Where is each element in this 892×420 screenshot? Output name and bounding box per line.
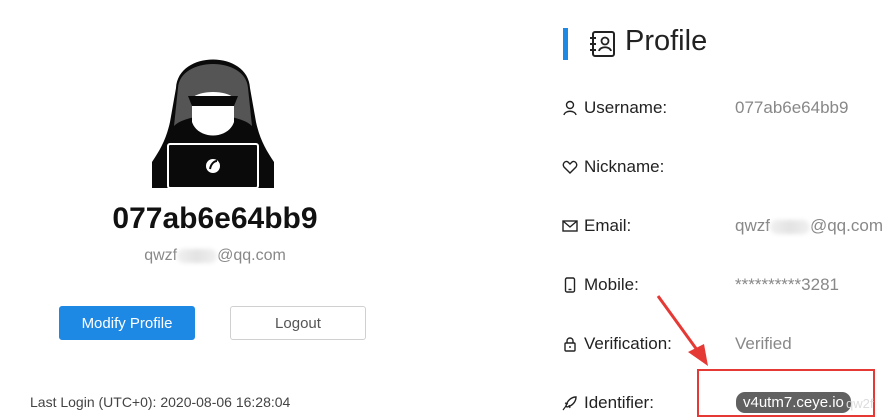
heart-icon (562, 160, 578, 174)
profile-title: Profile (625, 25, 708, 57)
email-value-suffix: @qq.com (809, 216, 883, 235)
mail-icon (562, 220, 578, 232)
profile-row-mobile: Mobile: **********3281 (560, 273, 892, 297)
email-display: qwzf @qq.com (0, 247, 430, 265)
profile-row-verification: Verification: Verified (560, 332, 892, 356)
user-icon (563, 100, 577, 116)
profile-row-nickname: Nickname: (560, 155, 892, 179)
ghost-text: qw2f (846, 396, 874, 411)
username-heading: 077ab6e64bb9 (112, 202, 318, 235)
profile-row-username: Username: 077ab6e64bb9 (560, 96, 892, 120)
identifier-label: Identifier: (584, 393, 654, 412)
email-suffix: @qq.com (217, 247, 286, 264)
verification-value: Verified (735, 334, 792, 353)
email-value-redaction (769, 219, 810, 234)
last-login-text: Last Login (UTC+0): 2020-08-06 16:28:04 (30, 394, 291, 410)
profile-row-email: Email: qwzf @qq.com (560, 214, 892, 238)
logout-button[interactable]: Logout (230, 306, 366, 340)
email-value-prefix: qwzf (735, 216, 770, 235)
section-accent-bar (563, 28, 568, 60)
username-value: 077ab6e64bb9 (735, 98, 849, 117)
username-label: Username: (584, 98, 668, 117)
mobile-label: Mobile: (584, 275, 639, 294)
mobile-icon (564, 277, 576, 293)
rocket-icon (562, 396, 577, 411)
profile-card-icon (590, 31, 615, 57)
email-redaction (177, 248, 218, 263)
annotation-arrow-icon (656, 295, 708, 366)
mobile-value: **********3281 (735, 275, 839, 294)
email-label: Email: (584, 216, 632, 235)
email-prefix: qwzf (144, 247, 178, 264)
profile-panel: Profile Username: 077ab6e64bb9 Nickname:… (560, 0, 892, 420)
hacker-avatar (152, 59, 274, 189)
email-value: qwzf @qq.com (735, 216, 883, 236)
account-summary-panel: 077ab6e64bb9 qwzf @qq.com Modify Profile … (0, 0, 530, 420)
nickname-label: Nickname: (584, 157, 665, 176)
identifier-value: v4utm7.ceye.io (736, 392, 851, 413)
modify-profile-button[interactable]: Modify Profile (59, 306, 195, 340)
lock-icon (564, 337, 576, 352)
